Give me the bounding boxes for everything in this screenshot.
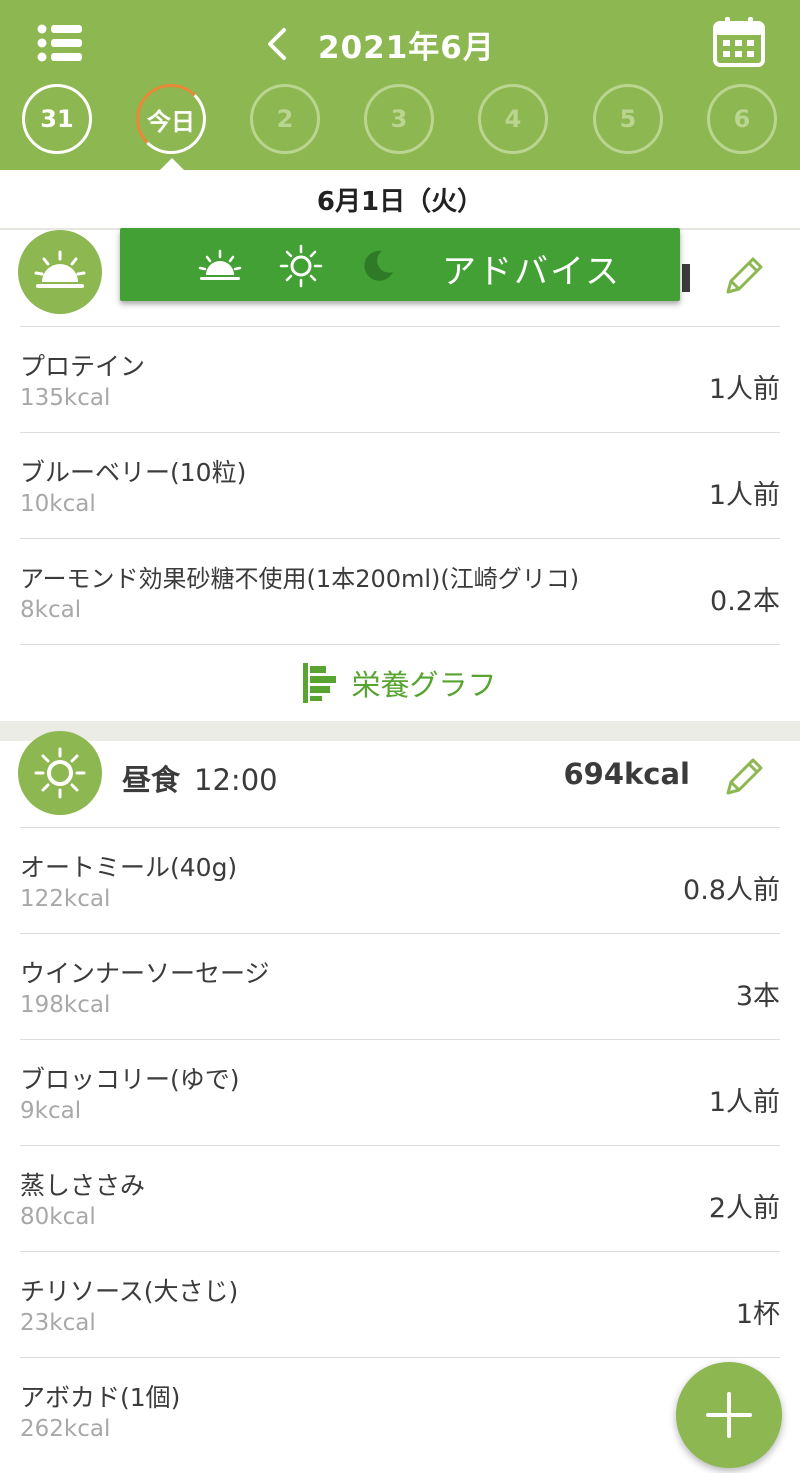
food-row[interactable]: チリソース(大さじ) 23kcal 1杯 bbox=[20, 1251, 780, 1357]
food-kcal: 80kcal bbox=[20, 1204, 96, 1230]
kcal-text-fragment bbox=[682, 264, 690, 292]
menu-button[interactable] bbox=[36, 22, 86, 64]
sunrise-icon bbox=[198, 249, 242, 280]
food-row[interactable]: アーモンド効果砂糖不使用(1本200ml)(江崎グリコ) 8kcal 0.2本 bbox=[20, 538, 780, 644]
food-name: 蒸しささみ bbox=[20, 1171, 146, 1200]
day-today[interactable]: 今日 bbox=[136, 84, 206, 154]
pencil-icon bbox=[726, 758, 763, 795]
month-title: 2021年6月 bbox=[318, 30, 495, 66]
bar-graph-icon bbox=[303, 662, 337, 703]
food-name: アーモンド効果砂糖不使用(1本200ml)(江崎グリコ) bbox=[20, 565, 580, 593]
food-row[interactable]: オートミール(40g) 122kcal 0.8人前 bbox=[20, 827, 780, 933]
food-quantity: 1人前 bbox=[708, 1087, 780, 1118]
breakfast-meal-icon bbox=[18, 230, 102, 314]
day-2[interactable]: 2 bbox=[250, 84, 320, 154]
food-quantity: 2人前 bbox=[708, 1193, 780, 1224]
menu-icon bbox=[37, 24, 82, 62]
edit-lunch-button[interactable] bbox=[722, 755, 766, 799]
meal-total-kcal: 694kcal bbox=[563, 757, 690, 791]
sun-icon bbox=[34, 747, 86, 799]
add-food-button[interactable] bbox=[676, 1362, 782, 1468]
food-kcal: 262kcal bbox=[20, 1416, 111, 1442]
lunch-meal-icon bbox=[18, 731, 102, 815]
meal-time: 12:00 bbox=[194, 763, 278, 797]
edit-breakfast-button[interactable] bbox=[722, 254, 766, 298]
food-quantity: 3本 bbox=[735, 981, 780, 1012]
meal-name: 昼食 bbox=[122, 763, 181, 797]
calendar-button[interactable] bbox=[712, 16, 766, 68]
food-kcal: 8kcal bbox=[20, 597, 82, 623]
food-name: ブルーベリー(10粒) bbox=[20, 458, 247, 487]
plus-icon bbox=[706, 1392, 752, 1438]
food-kcal: 122kcal bbox=[20, 886, 111, 912]
day-31[interactable]: 31 bbox=[22, 84, 92, 154]
food-name: ウインナーソーセージ bbox=[20, 959, 270, 988]
calendar-icon bbox=[713, 17, 765, 67]
advice-label: アドバイス bbox=[442, 252, 621, 292]
lunch-section: 昼食 12:00 694kcal オートミール(40g) 122kcal 0.8人… bbox=[0, 731, 800, 1473]
breakfast-section: プロテイン 135kcal 1人前 ブルーベリー(10粒) 10kcal 1人前… bbox=[0, 230, 800, 721]
food-row[interactable]: プロテイン 135kcal 1人前 bbox=[20, 326, 780, 432]
food-row[interactable]: 蒸しささみ 80kcal 2人前 bbox=[20, 1145, 780, 1251]
advice-banner[interactable]: アドバイス bbox=[120, 228, 680, 301]
food-row[interactable]: アボカド(1個) 262kcal bbox=[20, 1357, 780, 1463]
day-4[interactable]: 4 bbox=[478, 84, 548, 154]
day-3[interactable]: 3 bbox=[364, 84, 434, 154]
sun-icon bbox=[279, 244, 323, 288]
food-name: チリソース(大さじ) bbox=[20, 1277, 239, 1306]
food-kcal: 135kcal bbox=[20, 385, 111, 411]
food-quantity: 0.2本 bbox=[710, 586, 780, 617]
food-name: オートミール(40g) bbox=[20, 853, 238, 882]
selected-date-label: 6月1日（火） bbox=[0, 170, 800, 228]
food-name: ブロッコリー(ゆで) bbox=[20, 1065, 240, 1094]
food-name: アボカド(1個) bbox=[20, 1383, 181, 1412]
food-kcal: 23kcal bbox=[20, 1310, 96, 1336]
day-6[interactable]: 6 bbox=[707, 84, 777, 154]
nutrition-graph-label: 栄養グラフ bbox=[351, 667, 497, 702]
pencil-icon bbox=[726, 257, 763, 294]
food-kcal: 198kcal bbox=[20, 992, 111, 1018]
food-quantity: 1人前 bbox=[708, 374, 780, 405]
sunrise-icon bbox=[34, 250, 86, 288]
food-quantity: 1人前 bbox=[708, 480, 780, 511]
back-chevron-icon bbox=[268, 28, 286, 60]
meal-title: 昼食 12:00 bbox=[122, 757, 278, 799]
app-header: 2021年6月 31 今日 2 3 4 5 6 bbox=[0, 0, 800, 170]
nutrition-graph-link[interactable]: 栄養グラフ bbox=[20, 644, 780, 720]
selected-day-caret bbox=[160, 158, 184, 170]
moon-icon bbox=[364, 250, 393, 281]
food-row[interactable]: ブルーベリー(10粒) 10kcal 1人前 bbox=[20, 432, 780, 538]
food-row[interactable]: ウインナーソーセージ 198kcal 3本 bbox=[20, 933, 780, 1039]
day-5[interactable]: 5 bbox=[593, 84, 663, 154]
food-quantity: 1杯 bbox=[735, 1299, 780, 1330]
food-row[interactable]: ブロッコリー(ゆで) 9kcal 1人前 bbox=[20, 1039, 780, 1145]
food-kcal: 10kcal bbox=[20, 491, 96, 517]
lunch-header: 昼食 12:00 694kcal bbox=[0, 731, 800, 819]
previous-month-button[interactable] bbox=[258, 24, 298, 64]
food-quantity: 0.8人前 bbox=[683, 875, 780, 906]
food-kcal: 9kcal bbox=[20, 1098, 82, 1124]
food-name: プロテイン bbox=[20, 352, 146, 381]
